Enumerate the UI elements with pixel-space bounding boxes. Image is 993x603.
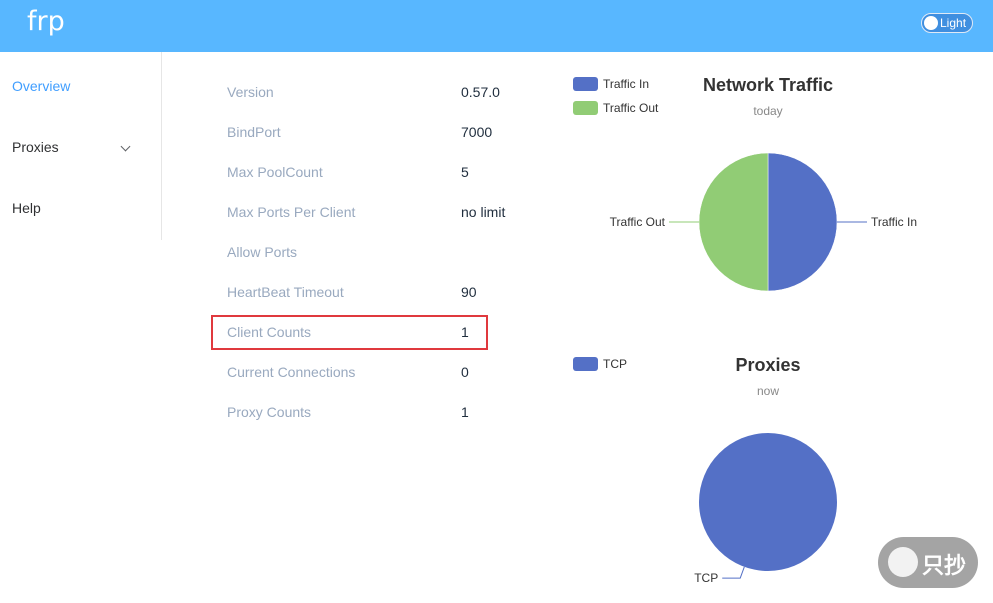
brand-logo: frp bbox=[27, 6, 65, 37]
pie-label-traffic-in: Traffic In bbox=[871, 215, 917, 229]
info-value: 1 bbox=[461, 404, 469, 420]
traffic-chart-subtitle: today bbox=[753, 104, 783, 118]
theme-toggle-label: Light bbox=[940, 16, 967, 30]
info-row-proxy-counts: Proxy Counts 1 bbox=[227, 404, 527, 424]
legend-label: TCP bbox=[603, 357, 627, 371]
sidebar-nav: Overview Proxies Help bbox=[0, 52, 162, 240]
info-value: 90 bbox=[461, 284, 477, 300]
legend-swatch bbox=[573, 101, 598, 115]
info-row-max-ports-per-client: Max Ports Per Client no limit bbox=[227, 204, 527, 224]
info-value: 7000 bbox=[461, 124, 493, 140]
info-label: Current Connections bbox=[227, 364, 356, 380]
sidebar-item-label: Help bbox=[12, 200, 41, 216]
pie-label-line-tcp bbox=[722, 566, 745, 579]
legend-swatch bbox=[573, 357, 598, 371]
info-row-version: Version 0.57.0 bbox=[227, 84, 527, 104]
info-row-allow-ports: Allow Ports bbox=[227, 244, 527, 264]
client-counts-highlight bbox=[211, 315, 488, 350]
legend-label: Traffic Out bbox=[603, 101, 659, 115]
info-value: 5 bbox=[461, 164, 469, 180]
info-value: 0 bbox=[461, 364, 469, 380]
sidebar-item-label: Proxies bbox=[12, 139, 59, 155]
pie-label-tcp: TCP bbox=[694, 571, 718, 585]
info-label: HeartBeat Timeout bbox=[227, 284, 344, 300]
watermark-badge: 只抄 bbox=[878, 537, 978, 588]
info-label: Max PoolCount bbox=[227, 164, 323, 180]
proxies-chart-subtitle: now bbox=[756, 384, 779, 398]
legend-label: Traffic In bbox=[603, 77, 650, 91]
theme-toggle[interactable]: Light bbox=[921, 13, 973, 33]
pie-slice-tcp[interactable] bbox=[699, 433, 837, 571]
info-label: Allow Ports bbox=[227, 244, 298, 260]
info-label: BindPort bbox=[227, 124, 281, 140]
app-header: frp Light bbox=[0, 0, 993, 52]
watermark-text: 只抄 bbox=[922, 554, 967, 579]
pie-slice-traffic-in[interactable] bbox=[767, 152, 838, 292]
chevron-down-icon bbox=[120, 141, 131, 152]
info-row-bind-port: BindPort 7000 bbox=[227, 124, 527, 144]
legend-item-traffic-in[interactable]: Traffic In bbox=[573, 77, 673, 91]
info-value: 0.57.0 bbox=[461, 84, 500, 100]
info-label: Proxy Counts bbox=[227, 404, 312, 420]
info-label: Max Ports Per Client bbox=[227, 204, 356, 220]
toggle-knob bbox=[924, 16, 938, 30]
info-value: no limit bbox=[461, 204, 506, 220]
sidebar-item-overview[interactable]: Overview bbox=[12, 78, 70, 94]
legend-item-tcp[interactable]: TCP bbox=[573, 357, 673, 371]
sidebar-item-label: Overview bbox=[12, 78, 71, 94]
pie-slice-traffic-out[interactable] bbox=[698, 152, 769, 292]
pie-label-traffic-out: Traffic Out bbox=[610, 215, 666, 229]
traffic-chart-title: Network Traffic bbox=[702, 75, 834, 95]
legend-item-traffic-out[interactable]: Traffic Out bbox=[573, 101, 673, 115]
info-row-max-pool-count: Max PoolCount 5 bbox=[227, 164, 527, 184]
husky-dog-icon bbox=[888, 547, 918, 577]
sidebar-item-proxies[interactable]: Proxies bbox=[12, 139, 132, 155]
proxies-chart-title: Proxies bbox=[735, 355, 801, 375]
info-row-current-connections: Current Connections 0 bbox=[227, 364, 527, 384]
legend-swatch bbox=[573, 77, 598, 91]
sidebar-item-help[interactable]: Help bbox=[12, 200, 41, 216]
info-row-heartbeat-timeout: HeartBeat Timeout 90 bbox=[227, 284, 527, 304]
info-label: Version bbox=[227, 84, 274, 100]
